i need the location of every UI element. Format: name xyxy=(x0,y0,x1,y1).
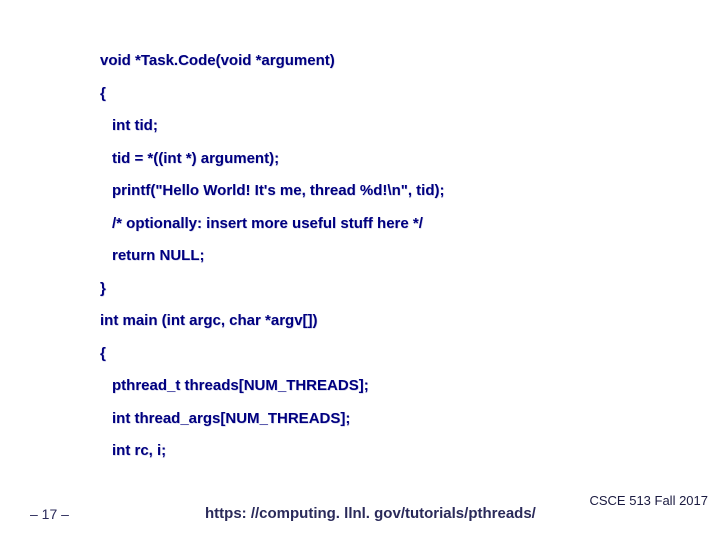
code-line: tid = *((int *) argument); xyxy=(100,148,680,171)
code-line: /* optionally: insert more useful stuff … xyxy=(100,213,680,236)
code-block: void *Task.Code(void *argument) { int ti… xyxy=(100,50,680,473)
code-line: printf("Hello World! It's me, thread %d!… xyxy=(100,180,680,203)
code-line: int main (int argc, char *argv[]) xyxy=(100,310,680,333)
code-line: int tid; xyxy=(100,115,680,138)
code-line: return NULL; xyxy=(100,245,680,268)
course-label: CSCE 513 Fall 2017 xyxy=(589,493,708,508)
footer-url: https: //computing. llnl. gov/tutorials/… xyxy=(205,505,536,522)
code-line: { xyxy=(100,83,680,106)
code-line: { xyxy=(100,343,680,366)
page-number: – 17 – xyxy=(30,506,69,522)
code-line: int thread_args[NUM_THREADS]; xyxy=(100,408,680,431)
code-line: void *Task.Code(void *argument) xyxy=(100,50,680,73)
code-line: } xyxy=(100,278,680,301)
code-line: pthread_t threads[NUM_THREADS]; xyxy=(100,375,680,398)
code-line: int rc, i; xyxy=(100,440,680,463)
